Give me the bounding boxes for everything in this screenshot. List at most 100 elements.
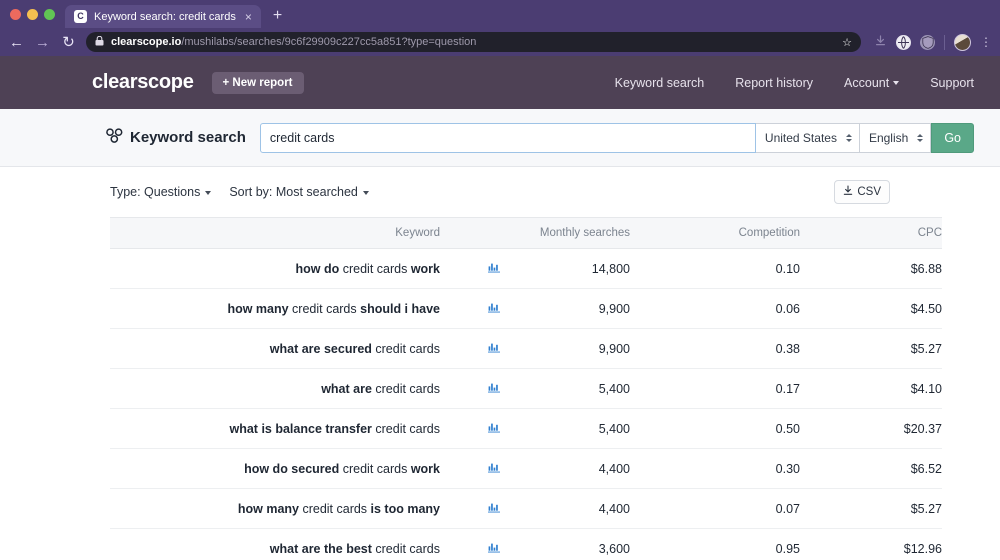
trend-chart-cell[interactable] <box>440 528 500 560</box>
bar-chart-icon[interactable] <box>488 302 500 313</box>
keyword-cell[interactable]: how do secured credit cards work <box>110 448 440 489</box>
csv-download-button[interactable]: CSV <box>834 180 890 204</box>
search-input[interactable] <box>259 122 756 153</box>
new-tab-button[interactable]: + <box>273 8 282 24</box>
table-row[interactable]: what are secured credit cards 9,900 0.38 $5… <box>110 328 942 369</box>
bar-chart-icon[interactable] <box>488 262 500 273</box>
tab-title: Keyword search: credit cards <box>94 10 236 23</box>
table-row[interactable]: how many credit cards should i have 9,900… <box>110 288 942 329</box>
new-report-button[interactable]: + New report <box>211 71 304 94</box>
address-bar[interactable]: clearscope.io/mushilabs/searches/9c6f299… <box>86 32 861 52</box>
keyword-results-table: Keyword Monthly searches Competition CPC… <box>110 217 942 560</box>
browser-tab[interactable]: C Keyword search: credit cards × <box>65 5 261 28</box>
table-row[interactable]: how many credit cards is too many 4,400 0.… <box>110 488 942 529</box>
go-button[interactable]: Go <box>931 122 974 153</box>
tab-strip: C Keyword search: credit cards × + <box>0 0 1000 28</box>
table-row[interactable]: how do secured credit cards work 4,400 0.3… <box>110 448 942 489</box>
nav-item-report-history[interactable]: Report history <box>735 76 813 90</box>
competition-cell: 0.10 <box>630 248 800 289</box>
cpc-cell: $6.52 <box>800 448 942 489</box>
forward-icon[interactable]: → <box>34 35 51 50</box>
chevron-down-icon <box>205 190 212 195</box>
brand-logo[interactable]: clearscope <box>92 71 194 94</box>
sort-by-dropdown[interactable]: Sort by: Most searched <box>229 185 369 199</box>
trend-chart-cell[interactable] <box>440 288 500 329</box>
language-select[interactable]: English <box>859 122 932 153</box>
bar-chart-icon[interactable] <box>488 462 500 473</box>
type-filter-dropdown[interactable]: Type: Questions <box>110 185 212 199</box>
browser-chrome: C Keyword search: credit cards × + ← → ↻… <box>0 0 1000 56</box>
sort-by-label: Sort by: Most searched <box>229 185 358 199</box>
cpc-cell: $5.27 <box>800 328 942 369</box>
keyword-modifier-prefix: what are <box>321 381 376 396</box>
keyword-cell[interactable]: what are the best credit cards <box>110 528 440 560</box>
keyword-cell[interactable]: how many credit cards should i have <box>110 288 440 329</box>
keyword-modifier-suffix: work <box>407 261 440 276</box>
keyword-cell[interactable]: how many credit cards is too many <box>110 488 440 529</box>
type-filter-label: Type: Questions <box>110 185 201 199</box>
browser-menu-icon[interactable]: ⋮ <box>980 36 992 48</box>
keyword-base-term: credit cards <box>292 301 357 316</box>
shield-icon[interactable] <box>920 34 935 50</box>
trend-chart-cell[interactable] <box>440 328 500 369</box>
language-select-value: English <box>868 130 909 145</box>
trend-chart-cell[interactable] <box>440 368 500 409</box>
close-tab-icon[interactable]: × <box>243 11 254 23</box>
back-icon[interactable]: ← <box>8 35 25 50</box>
keyword-cell[interactable]: what are credit cards <box>110 368 440 409</box>
main-content: Type: Questions Sort by: Most searched C… <box>0 167 1000 560</box>
table-row[interactable]: what are the best credit cards 3,600 0.95 $… <box>110 528 942 560</box>
column-header-competition[interactable]: Competition <box>630 217 800 249</box>
monthly-searches-cell: 3,600 <box>500 528 630 560</box>
download-icon[interactable] <box>874 34 887 50</box>
competition-cell: 0.50 <box>630 408 800 449</box>
column-header-monthly-searches[interactable]: Monthly searches <box>500 217 630 249</box>
table-row[interactable]: how do credit cards work 14,800 0.10 $6.88 <box>110 248 942 289</box>
monthly-searches-cell: 9,900 <box>500 328 630 369</box>
bookmark-star-icon[interactable]: ☆ <box>834 36 852 49</box>
keyword-cell[interactable]: what is balance transfer credit cards <box>110 408 440 449</box>
keyword-base-term: credit cards <box>342 461 408 476</box>
bar-chart-icon[interactable] <box>488 382 500 393</box>
trend-chart-cell[interactable] <box>440 408 500 449</box>
maximize-window-button[interactable] <box>44 8 55 20</box>
table-header-row: Keyword Monthly searches Competition CPC <box>110 217 942 249</box>
chevron-down-icon <box>893 81 900 86</box>
close-window-button[interactable] <box>10 8 21 20</box>
nav-item-keyword-search[interactable]: Keyword search <box>615 76 705 90</box>
trend-chart-cell[interactable] <box>440 488 500 529</box>
minimize-window-button[interactable] <box>27 8 38 20</box>
keyword-cell[interactable]: what are secured credit cards <box>110 328 440 369</box>
keyword-base-term: credit cards <box>375 421 440 436</box>
competition-cell: 0.95 <box>630 528 800 560</box>
keyword-modifier-prefix: what is balance transfer <box>229 421 376 436</box>
chevron-updown-icon <box>917 133 924 142</box>
nav-label: Support <box>930 75 974 90</box>
country-select[interactable]: United States <box>755 122 860 153</box>
table-row[interactable]: what are credit cards 5,400 0.17 $4.10 <box>110 368 942 409</box>
nav-label: Report history <box>735 75 814 90</box>
keyword-modifier-prefix: what are secured <box>269 341 376 356</box>
globe-icon[interactable] <box>896 34 911 50</box>
bar-chart-icon[interactable] <box>488 502 500 513</box>
chevron-updown-icon <box>845 133 852 142</box>
monthly-searches-cell: 5,400 <box>500 368 630 409</box>
keyword-modifier-suffix: should i have <box>356 301 440 316</box>
trend-chart-cell[interactable] <box>440 248 500 289</box>
bar-chart-icon[interactable] <box>488 342 500 353</box>
keyword-cell[interactable]: how do credit cards work <box>110 248 440 289</box>
bar-chart-icon[interactable] <box>488 422 500 433</box>
table-row[interactable]: what is balance transfer credit cards 5,4… <box>110 408 942 449</box>
keyword-graph-icon <box>106 128 123 147</box>
nav-item-account[interactable]: Account <box>844 76 900 90</box>
nav-item-support[interactable]: Support <box>930 76 974 90</box>
monthly-searches-cell: 4,400 <box>500 448 630 489</box>
monthly-searches-cell: 9,900 <box>500 288 630 329</box>
column-header-keyword[interactable]: Keyword <box>110 217 440 249</box>
avatar[interactable] <box>954 33 971 51</box>
bar-chart-icon[interactable] <box>488 542 500 553</box>
column-header-cpc[interactable]: CPC <box>800 217 942 249</box>
reload-icon[interactable]: ↻ <box>60 35 77 50</box>
trend-chart-cell[interactable] <box>440 448 500 489</box>
lock-icon <box>95 35 104 48</box>
